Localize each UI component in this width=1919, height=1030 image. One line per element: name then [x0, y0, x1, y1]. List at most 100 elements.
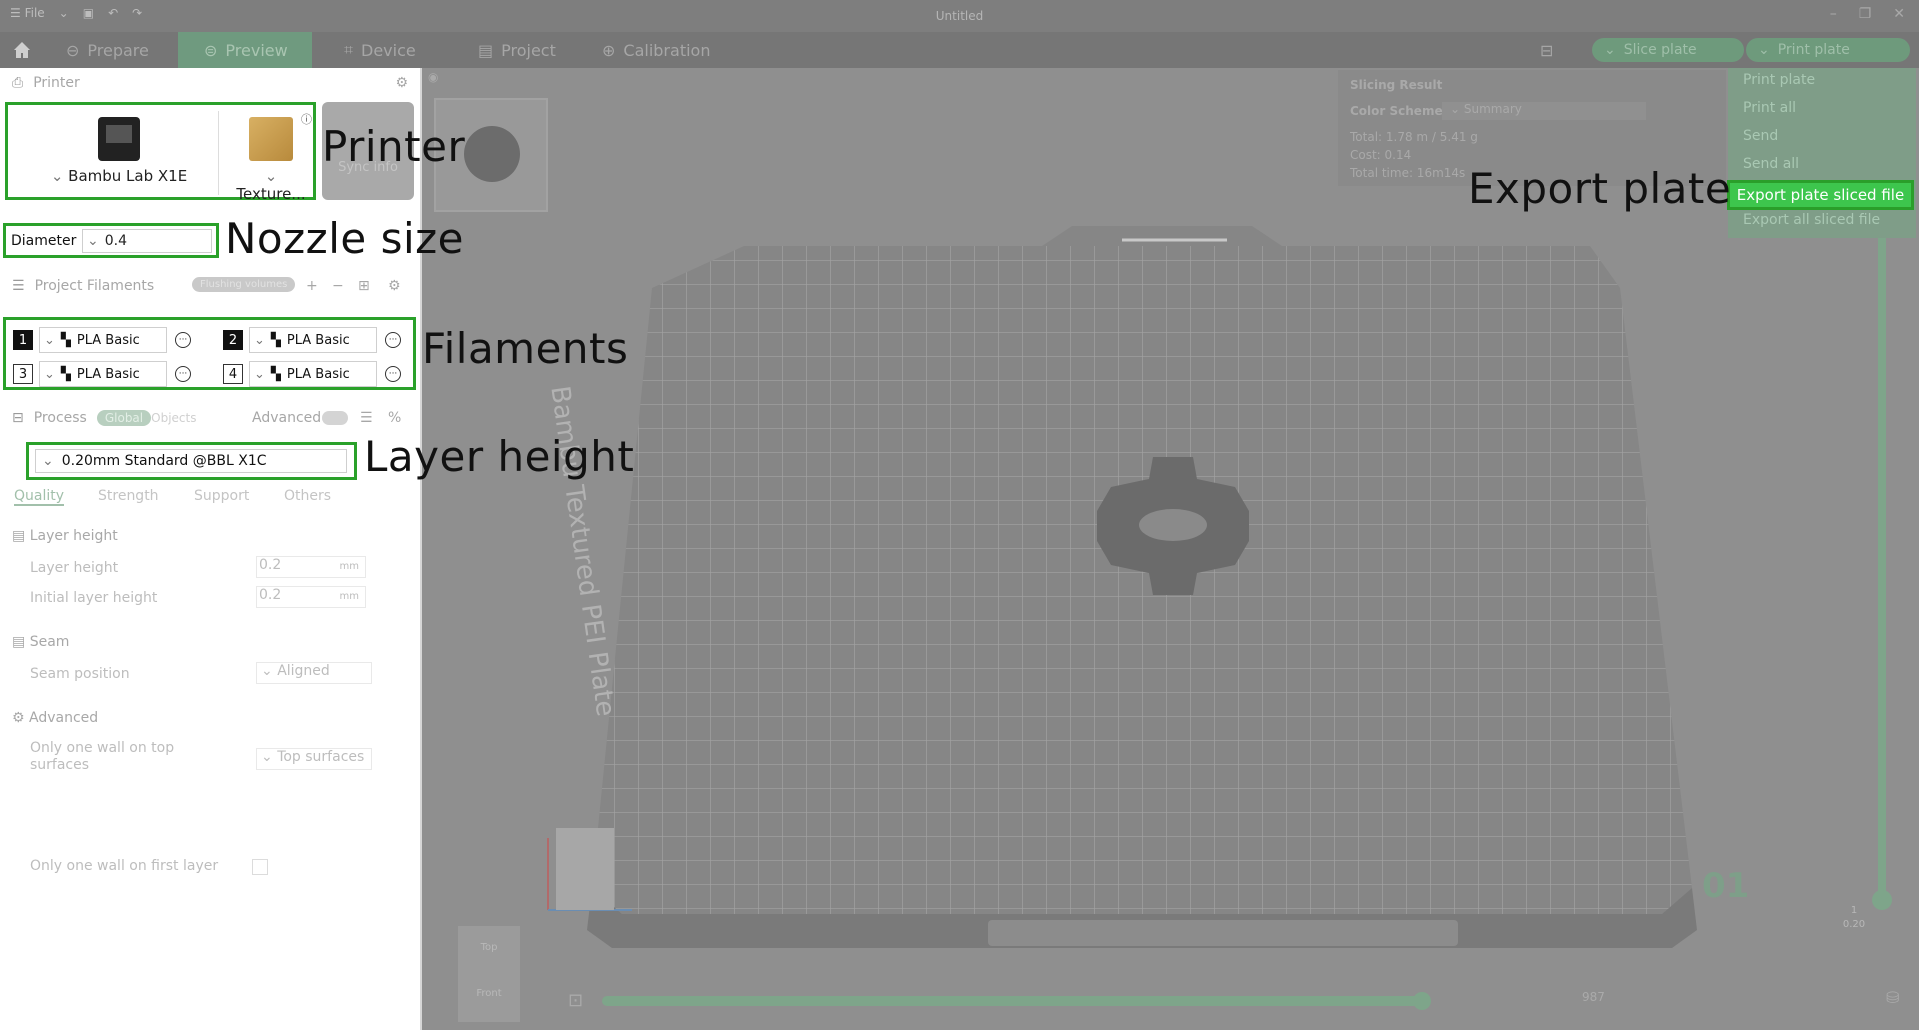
chevron-down-icon: ⌄	[254, 332, 265, 348]
tab-prepare[interactable]: ⊖ Prepare	[66, 32, 156, 68]
objects-toggle[interactable]: Objects	[151, 411, 196, 425]
flushing-volumes-button[interactable]: Flushing volumes	[192, 277, 296, 292]
annotation-printer: Printer	[322, 122, 466, 171]
filament-color-icon: ▚	[270, 332, 281, 348]
annotation-filaments: Filaments	[422, 324, 629, 373]
printer-image	[98, 117, 140, 161]
total-time: Total time: 16m14s	[1350, 166, 1466, 180]
preview-icon: ⊜	[204, 40, 218, 60]
seam-position-select[interactable]: ⌄ Aligned	[256, 662, 372, 684]
view-cube[interactable]: Top Front	[458, 926, 520, 1022]
one-wall-first-layer-checkbox[interactable]	[252, 859, 268, 875]
view-cube-front: Front	[476, 988, 502, 999]
filament-slot-3[interactable]: 3 ⌄ ▚ PLA Basic ···	[13, 360, 191, 388]
printer-selector[interactable]: ⌄ Bambu Lab X1E	[14, 109, 224, 199]
unit-label: mm	[339, 561, 359, 572]
more-icon[interactable]: ···	[175, 366, 191, 382]
slider-value: 987	[1582, 990, 1605, 1004]
chevron-down-icon: ⌄	[264, 167, 278, 185]
more-icon[interactable]: ···	[175, 332, 191, 348]
minimize-icon[interactable]: –	[1830, 6, 1837, 22]
layer-height-input[interactable]: 0.2 mm	[256, 556, 366, 578]
one-wall-first-layer-label: Only one wall on first layer	[30, 858, 219, 874]
eye-icon[interactable]: ◉	[428, 70, 438, 84]
tab-project[interactable]: ▤ Project	[478, 32, 568, 68]
tab-quality[interactable]: Quality	[14, 488, 65, 506]
more-icon[interactable]: ···	[385, 366, 401, 382]
process-preset-select[interactable]: ⌄ 0.20mm Standard @BBL X1C	[35, 449, 347, 473]
layout-icon[interactable]: ⊟	[1540, 32, 1560, 68]
list-icon[interactable]: ☰	[360, 410, 373, 426]
printer-highlight-box: ⌄ Bambu Lab X1E ⌄ Texture... ⓘ	[5, 102, 316, 203]
advanced-toggle[interactable]	[322, 411, 348, 425]
calibration-icon: ⊕	[602, 40, 616, 60]
filament-slot-2[interactable]: 2 ⌄ ▚ PLA Basic ···	[223, 326, 401, 354]
layer-icon: ▤	[12, 528, 30, 544]
filament-slot-4[interactable]: 4 ⌄ ▚ PLA Basic ···	[223, 360, 401, 388]
fit-view-icon[interactable]: ⊡	[568, 990, 583, 1011]
settings-icon[interactable]: ⚙	[388, 278, 401, 294]
initial-layer-height-input[interactable]: 0.2 mm	[256, 586, 366, 608]
chevron-down-icon: ⌄	[254, 366, 265, 382]
tab-device[interactable]: ⌗ Device	[344, 32, 434, 68]
menu-send[interactable]: Send	[1743, 128, 1778, 144]
chevron-down-icon: ⌄	[42, 453, 54, 469]
one-wall-top-label: Only one wall on top surfaces	[30, 740, 175, 773]
one-wall-top-select[interactable]: ⌄ Top surfaces	[256, 748, 372, 770]
nozzle-diameter-select[interactable]: ⌄ 0.4	[82, 229, 212, 253]
close-icon[interactable]: ✕	[1893, 6, 1905, 22]
chevron-down-icon: ⌄	[44, 332, 55, 348]
filament-slot-1[interactable]: 1 ⌄ ▚ PLA Basic ···	[13, 326, 191, 354]
filament-icon: ☰	[12, 278, 25, 294]
tab-calibration-label: Calibration	[623, 40, 711, 60]
unit-label: mm	[339, 591, 359, 602]
menu-export-all-sliced[interactable]: Export all sliced file	[1743, 212, 1880, 228]
menu-export-plate-sliced-file[interactable]: Export plate sliced file	[1727, 180, 1914, 210]
filament-number: 4	[223, 364, 243, 384]
plate-selector[interactable]: ⌄ Texture... ⓘ	[228, 109, 314, 203]
advanced-icon: ⚙	[12, 710, 30, 726]
tab-calibration[interactable]: ⊕ Calibration	[602, 32, 722, 68]
global-toggle[interactable]: Global	[96, 410, 152, 426]
tab-preview[interactable]: ⊜ Preview	[178, 32, 312, 68]
print-plate-label: Print plate	[1777, 42, 1850, 58]
maximize-icon[interactable]: ❐	[1859, 6, 1872, 22]
slice-plate-label: Slice plate	[1623, 42, 1697, 58]
seam-group-title: Seam	[29, 634, 70, 650]
color-scheme-select[interactable]: ⌄ Summary	[1442, 102, 1646, 120]
print-plate-button[interactable]: ⌄ Print plate	[1746, 38, 1910, 62]
sidebar: ⎙ Printer ⚙ ⌄ Bambu Lab X1E ⌄ Texture...…	[0, 68, 422, 1030]
filament-select[interactable]: ⌄ ▚ PLA Basic	[39, 361, 167, 387]
settings-icon[interactable]: ⚙	[395, 75, 408, 91]
tab-others[interactable]: Others	[284, 488, 331, 504]
add-icon[interactable]: +	[306, 278, 318, 294]
prepare-icon: ⊖	[66, 40, 80, 60]
info-icon[interactable]: ⓘ	[301, 111, 312, 127]
percent-icon[interactable]: %	[388, 410, 401, 426]
menu-send-all[interactable]: Send all	[1743, 156, 1799, 172]
filament-select[interactable]: ⌄ ▚ PLA Basic	[39, 327, 167, 353]
remove-icon[interactable]: −	[332, 278, 344, 294]
seam-position-value: Aligned	[277, 663, 330, 679]
initial-layer-height-label: Initial layer height	[30, 590, 158, 606]
annotation-export-plate: Export plate	[1468, 164, 1732, 213]
tab-project-label: Project	[501, 40, 556, 60]
layers-icon[interactable]: ⛁	[1886, 988, 1899, 1007]
plate-image	[249, 117, 293, 161]
menu-print-plate[interactable]: Print plate	[1743, 72, 1815, 88]
seam-position-label: Seam position	[30, 666, 130, 682]
advanced-group-title: Advanced	[29, 710, 99, 726]
tab-strength[interactable]: Strength	[98, 488, 159, 504]
more-icon[interactable]: ···	[385, 332, 401, 348]
divider	[218, 111, 219, 195]
filament-select[interactable]: ⌄ ▚ PLA Basic	[249, 361, 377, 387]
sync-filament-icon[interactable]: ⊞	[358, 278, 370, 294]
printer-name: Bambu Lab X1E	[68, 167, 188, 185]
home-icon[interactable]	[8, 32, 36, 68]
tab-support[interactable]: Support	[194, 488, 249, 504]
menu-print-all[interactable]: Print all	[1743, 100, 1796, 116]
print-dropdown-menu: Print plate Print all Send Send all Expo…	[1728, 68, 1916, 238]
filament-select[interactable]: ⌄ ▚ PLA Basic	[249, 327, 377, 353]
filament-number: 2	[223, 330, 243, 350]
slice-plate-button[interactable]: ⌄ Slice plate	[1592, 38, 1744, 62]
